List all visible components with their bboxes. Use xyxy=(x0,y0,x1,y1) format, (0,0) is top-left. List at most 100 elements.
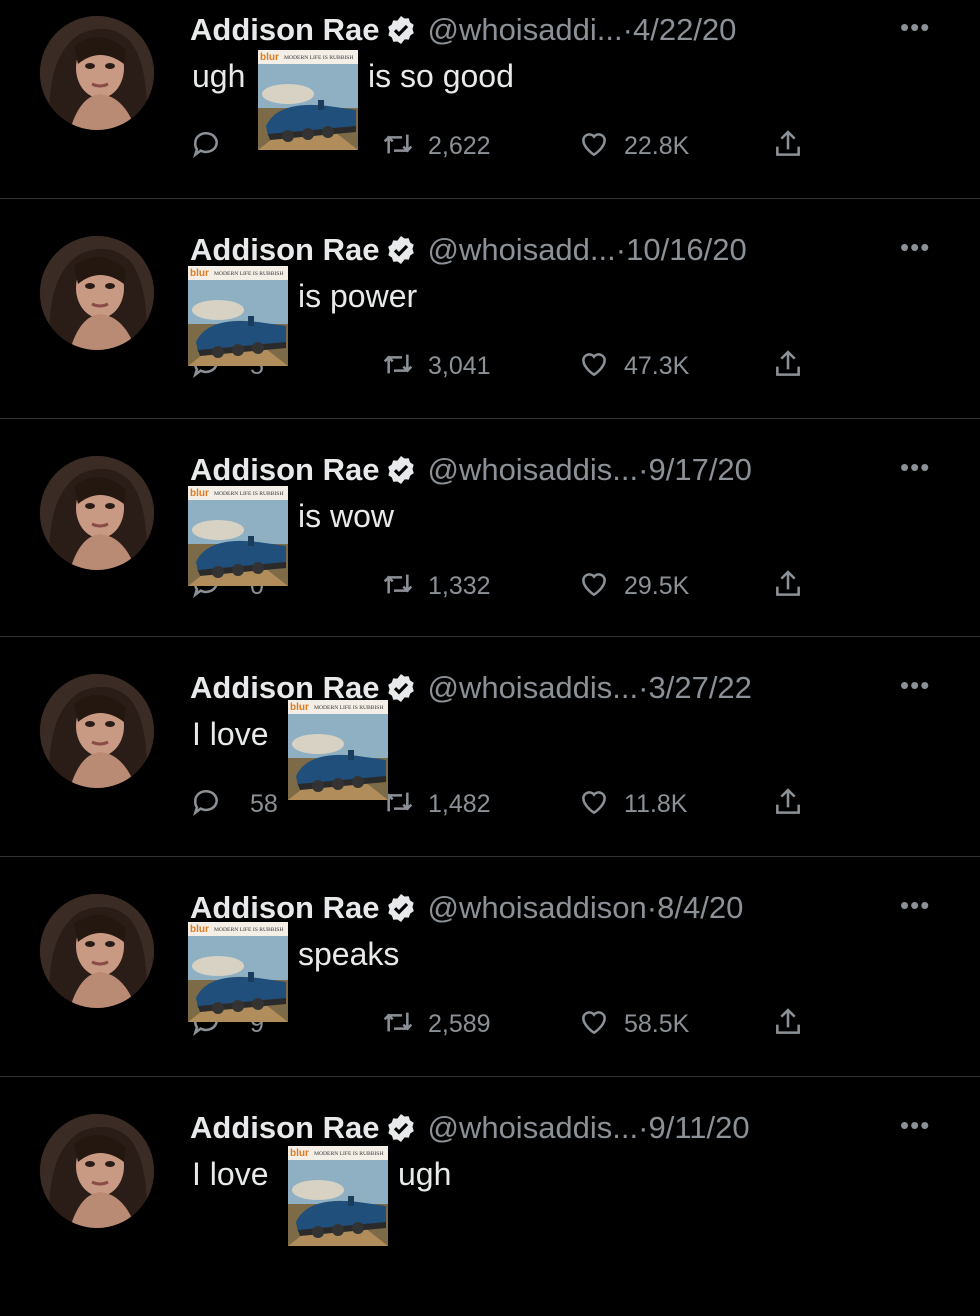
more-options-icon[interactable]: ••• xyxy=(900,670,940,700)
user-handle[interactable]: @whoisaddis... xyxy=(427,1110,638,1145)
tweet-text-before: I love xyxy=(192,1156,269,1192)
tweet[interactable]: Addison Rae @whoisaddis...·3/27/22 ••• I … xyxy=(0,658,980,876)
retweet-button[interactable]: 1,482 xyxy=(382,784,491,824)
tweet-divider xyxy=(0,418,980,419)
display-name[interactable]: Addison Rae xyxy=(190,12,379,47)
album-cover-image: blur MODERN LIFE IS RUBBISH xyxy=(188,266,288,366)
reply-icon xyxy=(190,128,222,165)
separator-dot: · xyxy=(638,452,649,487)
like-button[interactable]: 29.5K xyxy=(578,566,689,606)
tweet-header: Addison Rae @whoisaddison·8/4/20 xyxy=(190,890,890,930)
retweet-button[interactable]: 2,589 xyxy=(382,1004,491,1044)
user-handle[interactable]: @whoisaddi... xyxy=(427,12,622,47)
heart-icon xyxy=(578,128,610,165)
like-button[interactable]: 22.8K xyxy=(578,126,689,166)
avatar[interactable] xyxy=(40,1114,154,1228)
tweet-divider xyxy=(0,856,980,857)
verified-badge-icon xyxy=(385,234,417,266)
more-options-icon[interactable]: ••• xyxy=(900,452,940,482)
retweet-count: 1,332 xyxy=(428,571,491,600)
album-title-text: MODERN LIFE IS RUBBISH xyxy=(214,271,283,277)
tweet-header: Addison Rae @whoisaddis...·9/11/20 xyxy=(190,1110,890,1150)
tweet[interactable]: Addison Rae @whoisaddis...·9/11/20 ••• I … xyxy=(0,1098,980,1316)
album-cover-image: blur MODERN LIFE IS RUBBISH xyxy=(188,922,288,1022)
tweet-date[interactable]: 10/16/20 xyxy=(626,232,747,267)
user-handle[interactable]: @whoisadd... xyxy=(427,232,615,267)
display-name[interactable]: Addison Rae xyxy=(190,452,379,487)
reply-button[interactable]: 58 xyxy=(190,784,278,824)
user-handle[interactable]: @whoisaddis... xyxy=(427,452,638,487)
album-band-text: blur xyxy=(290,702,309,713)
tweet-date[interactable]: 9/11/20 xyxy=(648,1110,749,1145)
display-name[interactable]: Addison Rae xyxy=(190,232,379,267)
verified-badge-icon xyxy=(385,672,417,704)
separator-dot: · xyxy=(646,890,658,925)
share-button[interactable] xyxy=(772,126,804,166)
avatar[interactable] xyxy=(40,894,154,1008)
tweet-date[interactable]: 8/4/20 xyxy=(657,890,743,925)
tweet-date[interactable]: 9/17/20 xyxy=(648,452,751,487)
verified-badge-icon xyxy=(385,454,417,486)
verified-badge-icon xyxy=(385,14,417,46)
share-button[interactable] xyxy=(772,566,804,606)
tweet[interactable]: Addison Rae @whoisaddi...·4/22/20 ••• ugh… xyxy=(0,0,980,218)
retweet-count: 2,589 xyxy=(428,1009,491,1038)
avatar[interactable] xyxy=(40,16,154,130)
tweet-date[interactable]: 3/27/22 xyxy=(648,670,751,705)
tweet[interactable]: Addison Rae @whoisaddison·8/4/20 ••• spea… xyxy=(0,878,980,1096)
separator-dot: · xyxy=(638,670,649,705)
display-name[interactable]: Addison Rae xyxy=(190,890,379,925)
avatar[interactable] xyxy=(40,456,154,570)
retweet-button[interactable]: 2,622 xyxy=(382,126,491,166)
like-button[interactable]: 58.5K xyxy=(578,1004,689,1044)
more-options-icon[interactable]: ••• xyxy=(900,12,940,42)
album-title-text: MODERN LIFE IS RUBBISH xyxy=(214,491,283,497)
like-count: 11.8K xyxy=(624,789,688,818)
retweet-button[interactable]: 3,041 xyxy=(382,346,491,386)
tweet-header: Addison Rae @whoisaddi...·4/22/20 xyxy=(190,12,890,52)
tweet-text-after: ugh xyxy=(398,1156,452,1192)
retweet-icon xyxy=(382,128,414,165)
reply-icon xyxy=(190,786,222,823)
album-title-text: MODERN LIFE IS RUBBISH xyxy=(314,1151,383,1157)
heart-icon xyxy=(578,348,610,385)
heart-icon xyxy=(578,568,610,605)
share-button[interactable] xyxy=(772,346,804,386)
reply-button[interactable] xyxy=(190,126,250,166)
tweet-text-after: is power xyxy=(298,278,418,314)
tweet-divider xyxy=(0,198,980,199)
album-cover-image: blur MODERN LIFE IS RUBBISH xyxy=(288,700,388,800)
more-options-icon[interactable]: ••• xyxy=(900,1110,940,1140)
share-icon xyxy=(772,128,804,165)
share-button[interactable] xyxy=(772,784,804,824)
like-button[interactable]: 11.8K xyxy=(578,784,687,824)
user-handle[interactable]: @whoisaddison xyxy=(427,890,646,925)
tweet[interactable]: Addison Rae @whoisaddis...·9/17/20 ••• is… xyxy=(0,440,980,658)
more-options-icon[interactable]: ••• xyxy=(900,890,940,920)
share-icon xyxy=(772,568,804,605)
tweet-text-after: speaks xyxy=(298,936,400,972)
tweet-divider xyxy=(0,1076,980,1077)
album-cover-image: blur MODERN LIFE IS RUBBISH xyxy=(258,50,358,150)
avatar[interactable] xyxy=(40,674,154,788)
more-options-icon[interactable]: ••• xyxy=(900,232,940,262)
album-title-text: MODERN LIFE IS RUBBISH xyxy=(284,55,353,61)
album-band-text: blur xyxy=(260,52,279,63)
album-title-text: MODERN LIFE IS RUBBISH xyxy=(214,927,283,933)
like-button[interactable]: 47.3K xyxy=(578,346,689,386)
tweet[interactable]: Addison Rae @whoisadd...·10/16/20 ••• is … xyxy=(0,220,980,438)
album-band-text: blur xyxy=(290,1148,309,1159)
share-icon xyxy=(772,348,804,385)
like-count: 58.5K xyxy=(624,1009,690,1038)
display-name[interactable]: Addison Rae xyxy=(190,1110,379,1145)
share-icon xyxy=(772,786,804,823)
separator-dot: · xyxy=(638,1110,649,1145)
avatar[interactable] xyxy=(40,236,154,350)
tweet-text-before: I love xyxy=(192,716,269,752)
retweet-button[interactable]: 1,332 xyxy=(382,566,491,606)
separator-dot: · xyxy=(615,232,627,267)
separator-dot: · xyxy=(622,12,633,47)
tweet-date[interactable]: 4/22/20 xyxy=(633,12,736,47)
user-handle[interactable]: @whoisaddis... xyxy=(427,670,638,705)
share-button[interactable] xyxy=(772,1004,804,1044)
